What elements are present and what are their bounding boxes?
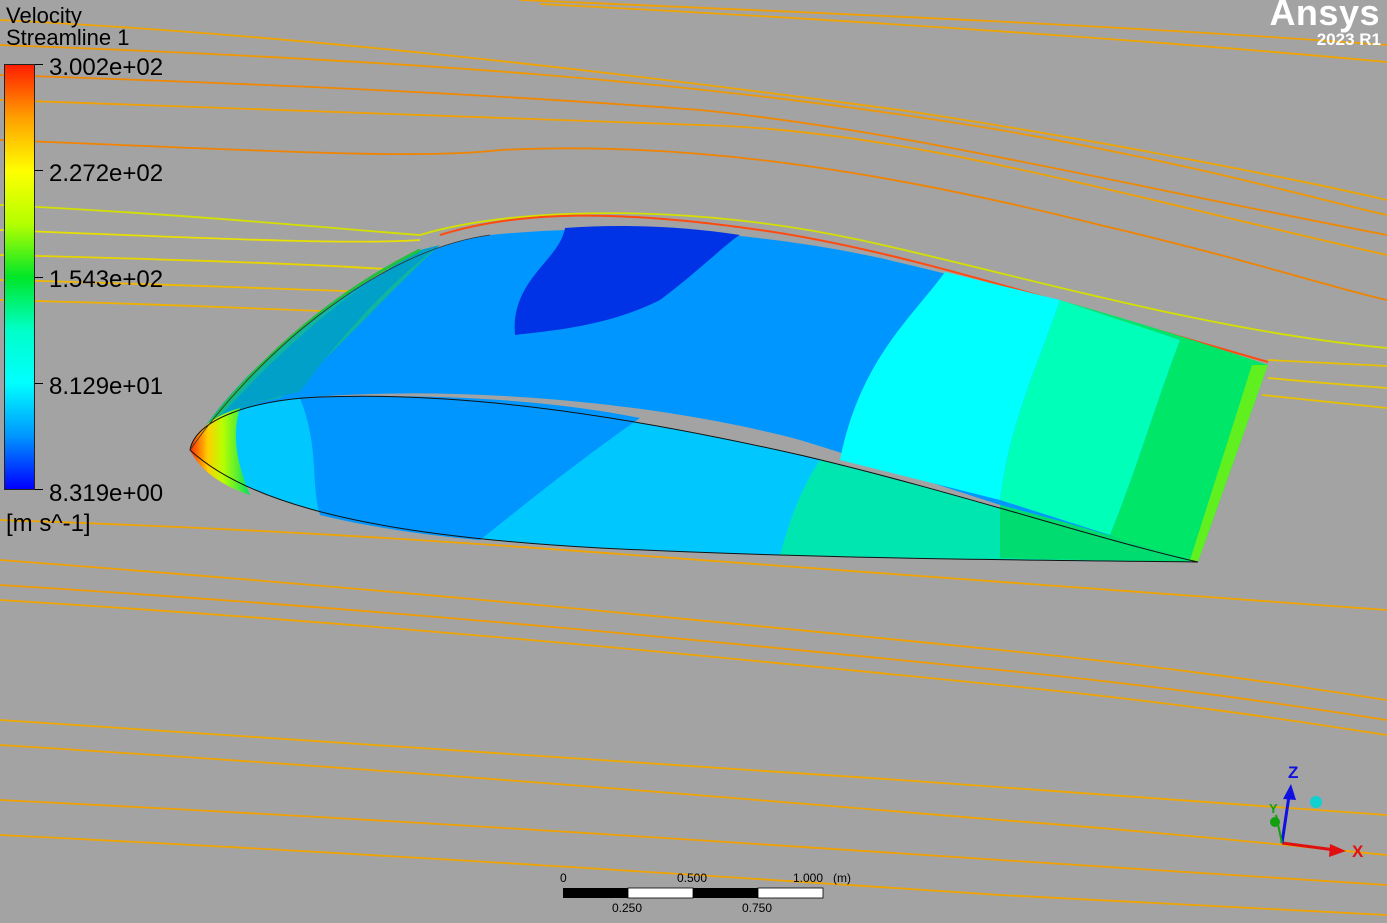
scale-label-1000: 1.000 bbox=[793, 871, 824, 885]
streamline bbox=[0, 559, 1387, 701]
legend-label-2: 2.272e+02 bbox=[49, 160, 164, 187]
axis-triad bbox=[1270, 784, 1346, 857]
ansys-version: 2023 R1 bbox=[1316, 30, 1381, 49]
scale-label-0250: 0.250 bbox=[612, 901, 643, 915]
legend-tick bbox=[35, 276, 43, 278]
streamline bbox=[0, 229, 421, 243]
streamline bbox=[0, 584, 1387, 721]
streamline bbox=[1267, 377, 1387, 389]
streamline bbox=[0, 44, 1387, 216]
streamline bbox=[0, 719, 1387, 816]
legend-tick bbox=[35, 489, 43, 490]
legend-tick bbox=[35, 170, 43, 172]
scale-bar bbox=[563, 887, 824, 899]
legend-colorbar bbox=[4, 64, 35, 490]
scale-label-0500: 0.500 bbox=[677, 871, 708, 885]
viewport-3d[interactable] bbox=[0, 0, 1387, 923]
scale-unit: (m) bbox=[833, 871, 851, 885]
streamline bbox=[1267, 359, 1387, 367]
ansys-logo: Ansys bbox=[1269, 0, 1380, 33]
streamline bbox=[0, 74, 1387, 236]
scale-label-0: 0 bbox=[560, 871, 567, 885]
legend-units: [m s^-1] bbox=[6, 510, 91, 537]
streamline bbox=[0, 299, 351, 313]
legend-object-title: Streamline 1 bbox=[6, 25, 130, 50]
legend-label-min: 8.319e+00 bbox=[49, 480, 164, 507]
streamline bbox=[1261, 394, 1387, 409]
axis-label-y: Y bbox=[1269, 801, 1278, 816]
legend-variable-title: Velocity bbox=[6, 3, 82, 28]
streamline bbox=[539, 3, 1387, 63]
axis-label-x: X bbox=[1352, 842, 1364, 861]
legend-tick bbox=[35, 382, 43, 384]
legend-label-4: 8.129e+01 bbox=[49, 373, 164, 400]
legend-tick bbox=[35, 64, 43, 65]
axis-label-z: Z bbox=[1288, 763, 1299, 782]
legend-label-max: 3.002e+02 bbox=[49, 54, 164, 81]
legend-label-3: 1.543e+02 bbox=[49, 266, 164, 293]
scale-label-0750: 0.750 bbox=[742, 901, 773, 915]
streamline bbox=[519, 0, 1387, 46]
